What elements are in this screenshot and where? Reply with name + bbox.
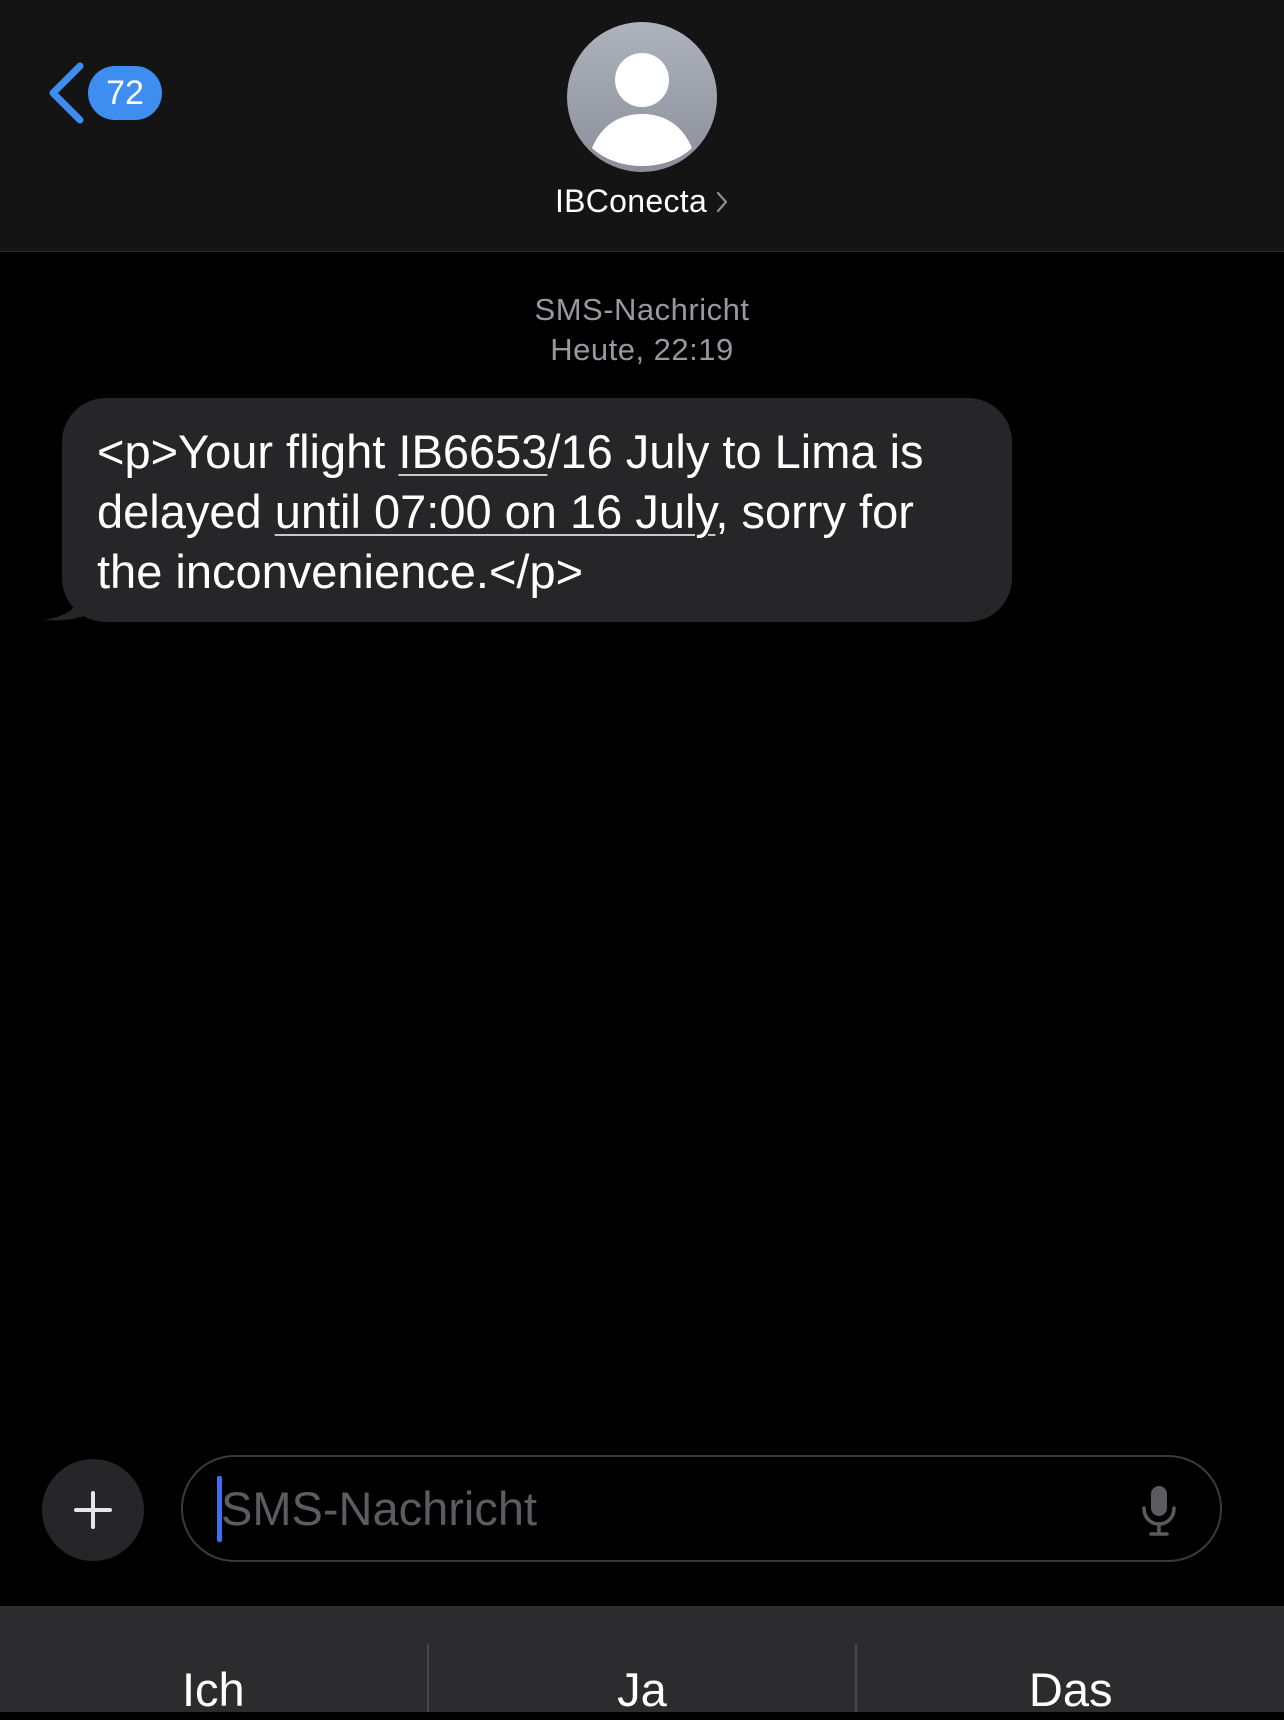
contact-name: IBConecta: [554, 183, 708, 219]
conversation-header: 72 IBConecta: [0, 0, 1284, 252]
contact-name-button[interactable]: IBConecta: [0, 183, 1284, 220]
suggestion-label: Ja: [617, 1663, 667, 1716]
message-input-field[interactable]: [181, 1455, 1222, 1562]
flight-number-link[interactable]: IB6653: [398, 425, 547, 478]
apps-plus-button[interactable]: [42, 1459, 144, 1561]
incoming-message-bubble[interactable]: <p>Your flight IB6653/16 July to Lima is…: [62, 398, 1012, 622]
suggestion-label: Das: [1028, 1663, 1113, 1716]
date-time-link[interactable]: until 07:00 on 16 July: [275, 485, 716, 538]
suggestion-item[interactable]: Das: [857, 1606, 1284, 1716]
keyboard-suggestion-bar: Ich Ja Das: [0, 1606, 1284, 1716]
message-timestamp: Heute, 22:19: [550, 332, 734, 367]
chevron-left-icon: [49, 62, 84, 124]
back-button[interactable]: 72: [44, 58, 162, 128]
chevron-right-icon: [716, 191, 728, 212]
suggestion-item[interactable]: Ja: [429, 1606, 856, 1716]
contact-avatar[interactable]: [567, 22, 717, 172]
thread-meta: SMS-Nachricht Heute, 22:19: [0, 290, 1284, 370]
message-text: <p>Your flight: [97, 425, 399, 478]
unread-count-badge: 72: [88, 66, 162, 120]
message-type-label: SMS-Nachricht: [534, 292, 750, 327]
suggestion-label: Ich: [181, 1663, 245, 1716]
plus-icon: [74, 1491, 112, 1529]
microphone-icon[interactable]: [1140, 1485, 1178, 1537]
suggestion-item[interactable]: Ich: [0, 1606, 427, 1716]
person-silhouette-icon: [592, 53, 692, 166]
message-input[interactable]: [221, 1457, 1081, 1560]
